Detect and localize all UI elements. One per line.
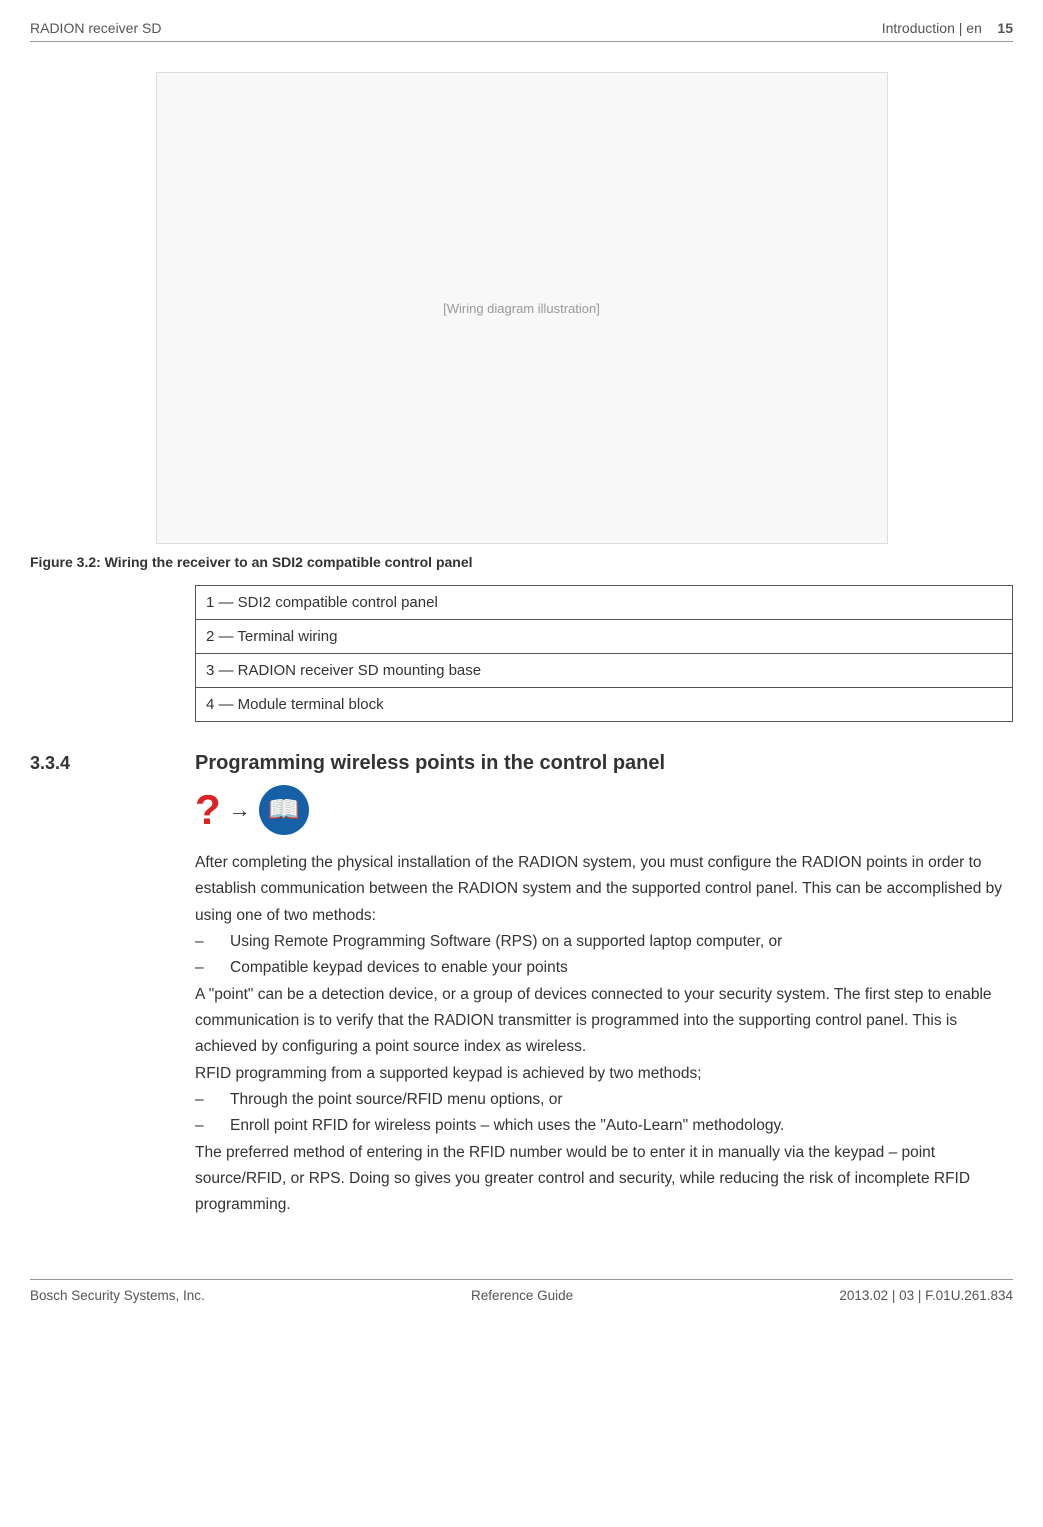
- footer-right: 2013.02 | 03 | F.01U.261.834: [839, 1288, 1013, 1303]
- manual-icon: [259, 785, 309, 835]
- header-left: RADION receiver SD: [30, 20, 161, 36]
- figure-placeholder: [Wiring diagram illustration]: [443, 301, 600, 316]
- header-right: Introduction | en 15: [882, 20, 1013, 36]
- paragraph: The preferred method of entering in the …: [195, 1140, 1013, 1219]
- legend-item: 2 ― Terminal wiring: [196, 620, 1013, 654]
- paragraph: RFID programming from a supported keypad…: [195, 1061, 1013, 1087]
- paragraph: A "point" can be a detection device, or …: [195, 982, 1013, 1061]
- page-number: 15: [997, 20, 1013, 36]
- section-title: Programming wireless points in the contr…: [195, 752, 665, 775]
- list-item: –Enroll point RFID for wireless points –…: [195, 1113, 1013, 1139]
- header-section: Introduction | en: [882, 20, 982, 36]
- footer-left: Bosch Security Systems, Inc.: [30, 1288, 205, 1303]
- list-item: –Through the point source/RFID menu opti…: [195, 1087, 1013, 1113]
- list-item: –Using Remote Programming Software (RPS)…: [195, 929, 1013, 955]
- legend-item: 1 ― SDI2 compatible control panel: [196, 586, 1013, 620]
- body-text: After completing the physical installati…: [195, 850, 1013, 1219]
- question-mark-icon: ?: [195, 786, 221, 834]
- wiring-diagram-figure: [Wiring diagram illustration]: [156, 72, 888, 544]
- legend-item: 4 ― Module terminal block: [196, 688, 1013, 722]
- page-footer: Bosch Security Systems, Inc. Reference G…: [30, 1279, 1013, 1303]
- legend-item: 3 ― RADION receiver SD mounting base: [196, 654, 1013, 688]
- paragraph: After completing the physical installati…: [195, 850, 1013, 929]
- figure-caption: Figure 3.2: Wiring the receiver to an SD…: [30, 554, 1013, 570]
- legend-table: 1 ― SDI2 compatible control panel 2 ― Te…: [195, 585, 1013, 722]
- refer-manual-icon-block: ? →: [195, 785, 1013, 835]
- page-header: RADION receiver SD Introduction | en 15: [30, 20, 1013, 42]
- section-heading: 3.3.4 Programming wireless points in the…: [30, 752, 1013, 775]
- list-item: –Compatible keypad devices to enable you…: [195, 955, 1013, 981]
- section-number: 3.3.4: [30, 753, 195, 774]
- arrow-right-icon: →: [229, 797, 251, 823]
- footer-center: Reference Guide: [471, 1288, 573, 1303]
